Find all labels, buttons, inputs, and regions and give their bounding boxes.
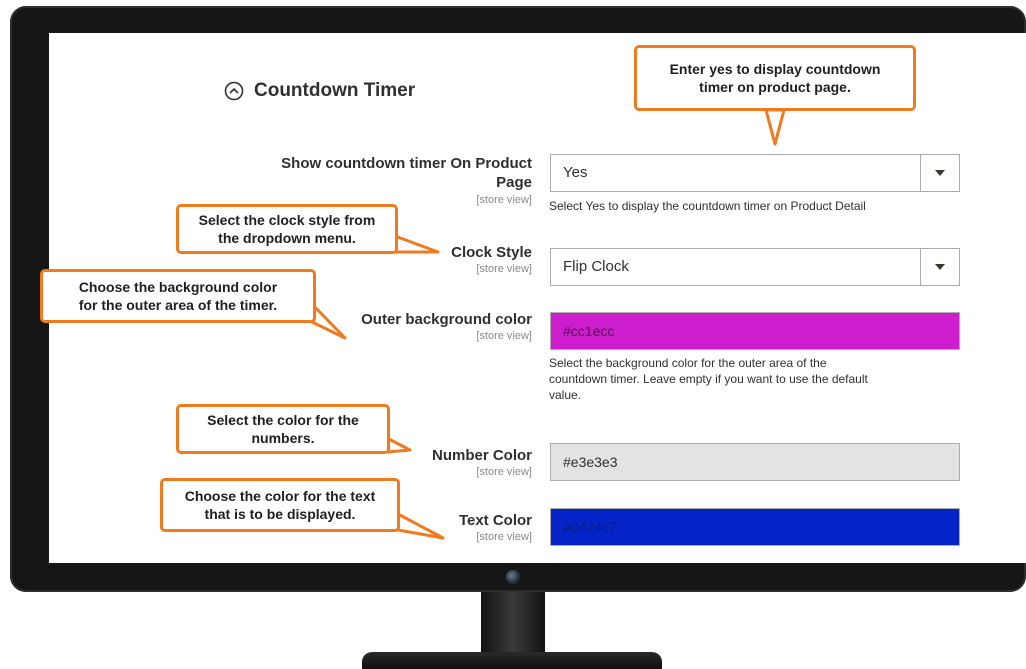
callout-pointer-number-color: [385, 436, 412, 454]
callout-clock-style-line2: the dropdown menu.: [218, 230, 356, 246]
callout-text-color: Choose the color for the text that is to…: [160, 478, 400, 532]
callout-show-timer-line2: timer on product page.: [699, 79, 851, 95]
callout-number-color-line1: Select the color for the: [207, 412, 359, 428]
callout-pointer-show-timer: [764, 108, 786, 146]
callout-pointer-clock-style: [393, 234, 440, 254]
callout-show-timer: Enter yes to display countdown timer on …: [634, 45, 916, 111]
callout-clock-style-line1: Select the clock style from: [198, 212, 376, 228]
callout-number-color: Select the color for the numbers.: [176, 404, 390, 454]
callout-clock-style: Select the clock style from the dropdown…: [176, 204, 398, 254]
callout-pointer-text-color: [396, 512, 445, 540]
callout-text-color-line2: that is to be displayed.: [204, 506, 356, 522]
callout-number-color-line2: numbers.: [251, 430, 315, 446]
callout-show-timer-line1: Enter yes to display countdown: [669, 61, 881, 77]
callout-outer-bg-line2: for the outer area of the timer.: [78, 297, 278, 313]
callout-text-color-line1: Choose the color for the text: [184, 488, 376, 504]
callout-outer-bg-line1: Choose the background color: [78, 279, 278, 295]
callout-outer-bg: Choose the background color for the oute…: [40, 269, 316, 323]
callout-pointer-outer-bg: [310, 302, 347, 340]
